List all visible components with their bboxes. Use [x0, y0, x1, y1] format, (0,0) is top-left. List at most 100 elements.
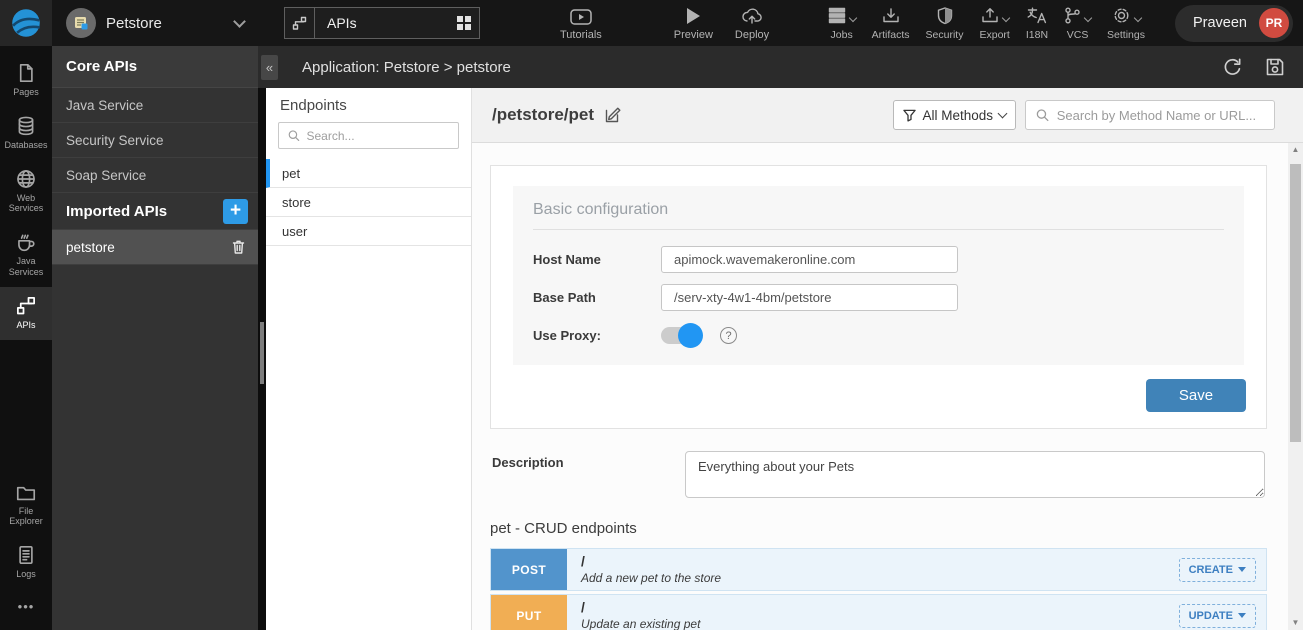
scroll-down-arrow[interactable]: ▼: [1288, 616, 1303, 630]
endpoint-item-store[interactable]: store: [266, 188, 471, 217]
sidebar-item-databases[interactable]: Databases: [0, 107, 52, 160]
endpoints-search[interactable]: [278, 122, 459, 149]
youtube-icon: [570, 5, 592, 25]
imported-apis-header: Imported APIs +: [52, 193, 258, 230]
artifacts-label: Artifacts: [872, 29, 910, 41]
artifacts-button[interactable]: Artifacts: [872, 6, 910, 41]
sidebar-item-file-explorer[interactable]: File Explorer: [0, 475, 52, 537]
jobs-label: Jobs: [831, 29, 853, 41]
panel-scrollbar-thumb[interactable]: [260, 322, 264, 384]
main-scrollbar[interactable]: ▲ ▼: [1288, 143, 1303, 630]
sidebar-item-web-services[interactable]: Web Services: [0, 160, 52, 224]
scroll-up-arrow[interactable]: ▲: [1288, 143, 1303, 157]
core-api-java-service[interactable]: Java Service: [52, 88, 258, 123]
caret-down-icon: [848, 13, 856, 21]
imported-api-petstore[interactable]: petstore: [52, 230, 258, 265]
use-proxy-toggle[interactable]: [661, 327, 701, 344]
method-search-input[interactable]: [1057, 108, 1264, 123]
create-action-dropdown[interactable]: CREATE: [1179, 558, 1256, 582]
endpoint-item-user[interactable]: user: [266, 217, 471, 246]
host-name-field[interactable]: [661, 246, 958, 273]
deploy-label: Deploy: [735, 29, 769, 41]
page-title: /petstore/pet: [492, 105, 594, 125]
settings-label: Settings: [1107, 29, 1145, 41]
method-description: Add a new pet to the store: [581, 571, 721, 585]
top-bar: Petstore APIs Tutorials: [0, 0, 1303, 46]
edit-icon[interactable]: [604, 106, 622, 124]
refresh-icon[interactable]: [1222, 57, 1243, 78]
method-row-put[interactable]: PUT / Update an existing pet UPDATE: [490, 594, 1267, 630]
more-options-button[interactable]: •••: [0, 589, 52, 630]
method-search[interactable]: [1025, 100, 1275, 130]
endpoint-item-pet[interactable]: pet: [266, 159, 471, 188]
breadcrumb-bar: « Application: Petstore > petstore: [258, 46, 1303, 88]
git-branch-icon: [1064, 7, 1081, 24]
apps-grid-icon[interactable]: [457, 16, 471, 30]
sidebar-item-logs[interactable]: Logs: [0, 536, 52, 589]
import-api-button[interactable]: +: [223, 199, 248, 224]
method-row-post[interactable]: POST / Add a new pet to the store CREATE: [490, 548, 1267, 591]
apis-side-panel: Core APIs Java Service Security Service …: [52, 46, 258, 630]
coffee-icon: [16, 232, 36, 252]
wavemaker-studio: Petstore APIs Tutorials: [0, 0, 1303, 630]
export-button[interactable]: Export: [979, 6, 1009, 41]
endpoints-panel: Endpoints pet store user: [266, 88, 472, 630]
database-icon: [16, 116, 36, 136]
security-button[interactable]: Security: [926, 6, 964, 41]
user-menu[interactable]: Praveen PR: [1175, 5, 1293, 42]
vcs-button[interactable]: VCS: [1064, 6, 1091, 41]
deploy-button[interactable]: Deploy: [735, 5, 769, 41]
server-stack-icon: [828, 7, 846, 24]
scroll-content: Basic configuration Host Name Base Path …: [472, 143, 1288, 630]
nav-selector-apis[interactable]: APIs: [284, 7, 480, 39]
play-icon: [685, 5, 701, 25]
search-icon: [288, 129, 300, 142]
activity-bar: Pages Databases Web Services: [0, 46, 52, 630]
download-icon: [882, 7, 900, 24]
main-content: /petstore/pet All Methods: [472, 88, 1303, 630]
endpoints-search-input[interactable]: [307, 129, 450, 143]
folder-icon: [16, 484, 36, 502]
chevron-down-icon: [233, 15, 246, 28]
toggle-knob: [678, 323, 703, 348]
sidebar-item-java-services[interactable]: Java Services: [0, 223, 52, 287]
delete-icon[interactable]: [231, 239, 246, 255]
core-api-soap-service[interactable]: Soap Service: [52, 158, 258, 193]
jobs-button[interactable]: Jobs: [828, 6, 856, 41]
vcs-label: VCS: [1067, 29, 1089, 41]
preview-button[interactable]: Preview: [674, 5, 713, 41]
project-avatar: [66, 8, 96, 38]
caret-down-icon: [1238, 613, 1246, 618]
update-action-dropdown[interactable]: UPDATE: [1179, 604, 1256, 628]
export-label: Export: [979, 29, 1009, 41]
base-path-field[interactable]: [661, 284, 958, 311]
tutorials-button[interactable]: Tutorials: [560, 5, 602, 41]
sidebar-item-pages[interactable]: Pages: [0, 54, 52, 107]
shield-icon: [937, 7, 953, 25]
save-icon[interactable]: [1265, 57, 1285, 77]
wavemaker-logo[interactable]: [0, 0, 52, 46]
collapse-panel-button[interactable]: «: [261, 55, 278, 80]
main-scrollbar-thumb[interactable]: [1290, 164, 1301, 442]
core-apis-header: Core APIs: [52, 46, 258, 88]
description-field[interactable]: Everything about your Pets: [685, 451, 1265, 498]
project-selector[interactable]: Petstore: [52, 0, 258, 46]
basic-config-panel: Basic configuration Host Name Base Path …: [513, 186, 1244, 365]
save-button[interactable]: Save: [1146, 379, 1246, 412]
methods-filter-dropdown[interactable]: All Methods: [893, 100, 1016, 130]
i18n-button[interactable]: I18N: [1026, 6, 1048, 41]
sidebar-item-apis[interactable]: APIs: [0, 287, 52, 340]
methods-filter-label: All Methods: [922, 108, 993, 123]
host-name-label: Host Name: [533, 252, 661, 267]
caret-down-icon: [1133, 13, 1141, 21]
settings-button[interactable]: Settings: [1107, 6, 1145, 41]
core-api-security-service[interactable]: Security Service: [52, 123, 258, 158]
caret-down-icon: [1001, 13, 1009, 21]
chevron-down-icon: [998, 109, 1008, 119]
panel-scrollbar[interactable]: [258, 88, 266, 630]
activity-bar-spacer: [0, 340, 52, 475]
page-icon: [16, 63, 36, 83]
help-icon[interactable]: ?: [720, 327, 737, 344]
breadcrumb: Application: Petstore > petstore: [302, 59, 511, 76]
project-name: Petstore: [106, 15, 162, 32]
